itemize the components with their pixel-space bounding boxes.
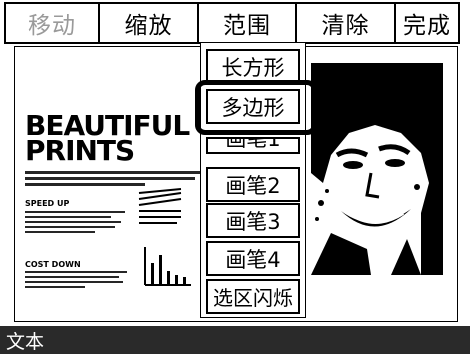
menu-item-brush-2[interactable]: 画笔2 xyxy=(206,167,300,202)
speed-up-text-block xyxy=(25,211,127,236)
tab-clear[interactable]: 清除 xyxy=(297,2,396,44)
tab-done[interactable]: 完成 xyxy=(396,2,460,44)
status-bar-text: 文本 xyxy=(6,330,45,353)
menu-item-brush-4[interactable]: 画笔4 xyxy=(206,241,300,276)
focus-highlight xyxy=(195,80,317,135)
magazine-headline: BEAUTIFUL PRINTS xyxy=(25,112,190,165)
menu-item-rectangle[interactable]: 长方形 xyxy=(206,49,300,84)
tab-bar: 移动 缩放 范围 清除 完成 xyxy=(4,2,466,44)
subhead-speed-up: SPEED UP xyxy=(25,199,70,208)
subhead-cost-down: COST DOWN xyxy=(25,260,81,269)
menu-item-brush-1[interactable]: 画笔1 xyxy=(206,137,300,154)
menu-item-brush-3[interactable]: 画笔3 xyxy=(206,203,300,238)
tab-range[interactable]: 范围 xyxy=(199,2,297,44)
cost-down-text-block xyxy=(25,271,127,291)
menu-item-selection-blink[interactable]: 选区闪烁 xyxy=(206,279,300,314)
magazine-line-graphic xyxy=(138,188,182,224)
tab-move[interactable]: 移动 xyxy=(4,2,100,44)
magazine-bar-graphic xyxy=(144,247,191,286)
status-bar: 文本 xyxy=(0,326,470,354)
tab-zoom[interactable]: 缩放 xyxy=(100,2,199,44)
menu-item-brush-1-label: 画笔1 xyxy=(225,137,281,151)
screen: 移动 缩放 范围 清除 完成 BEAUTIFUL PRINTS SPEED UP… xyxy=(0,0,470,354)
